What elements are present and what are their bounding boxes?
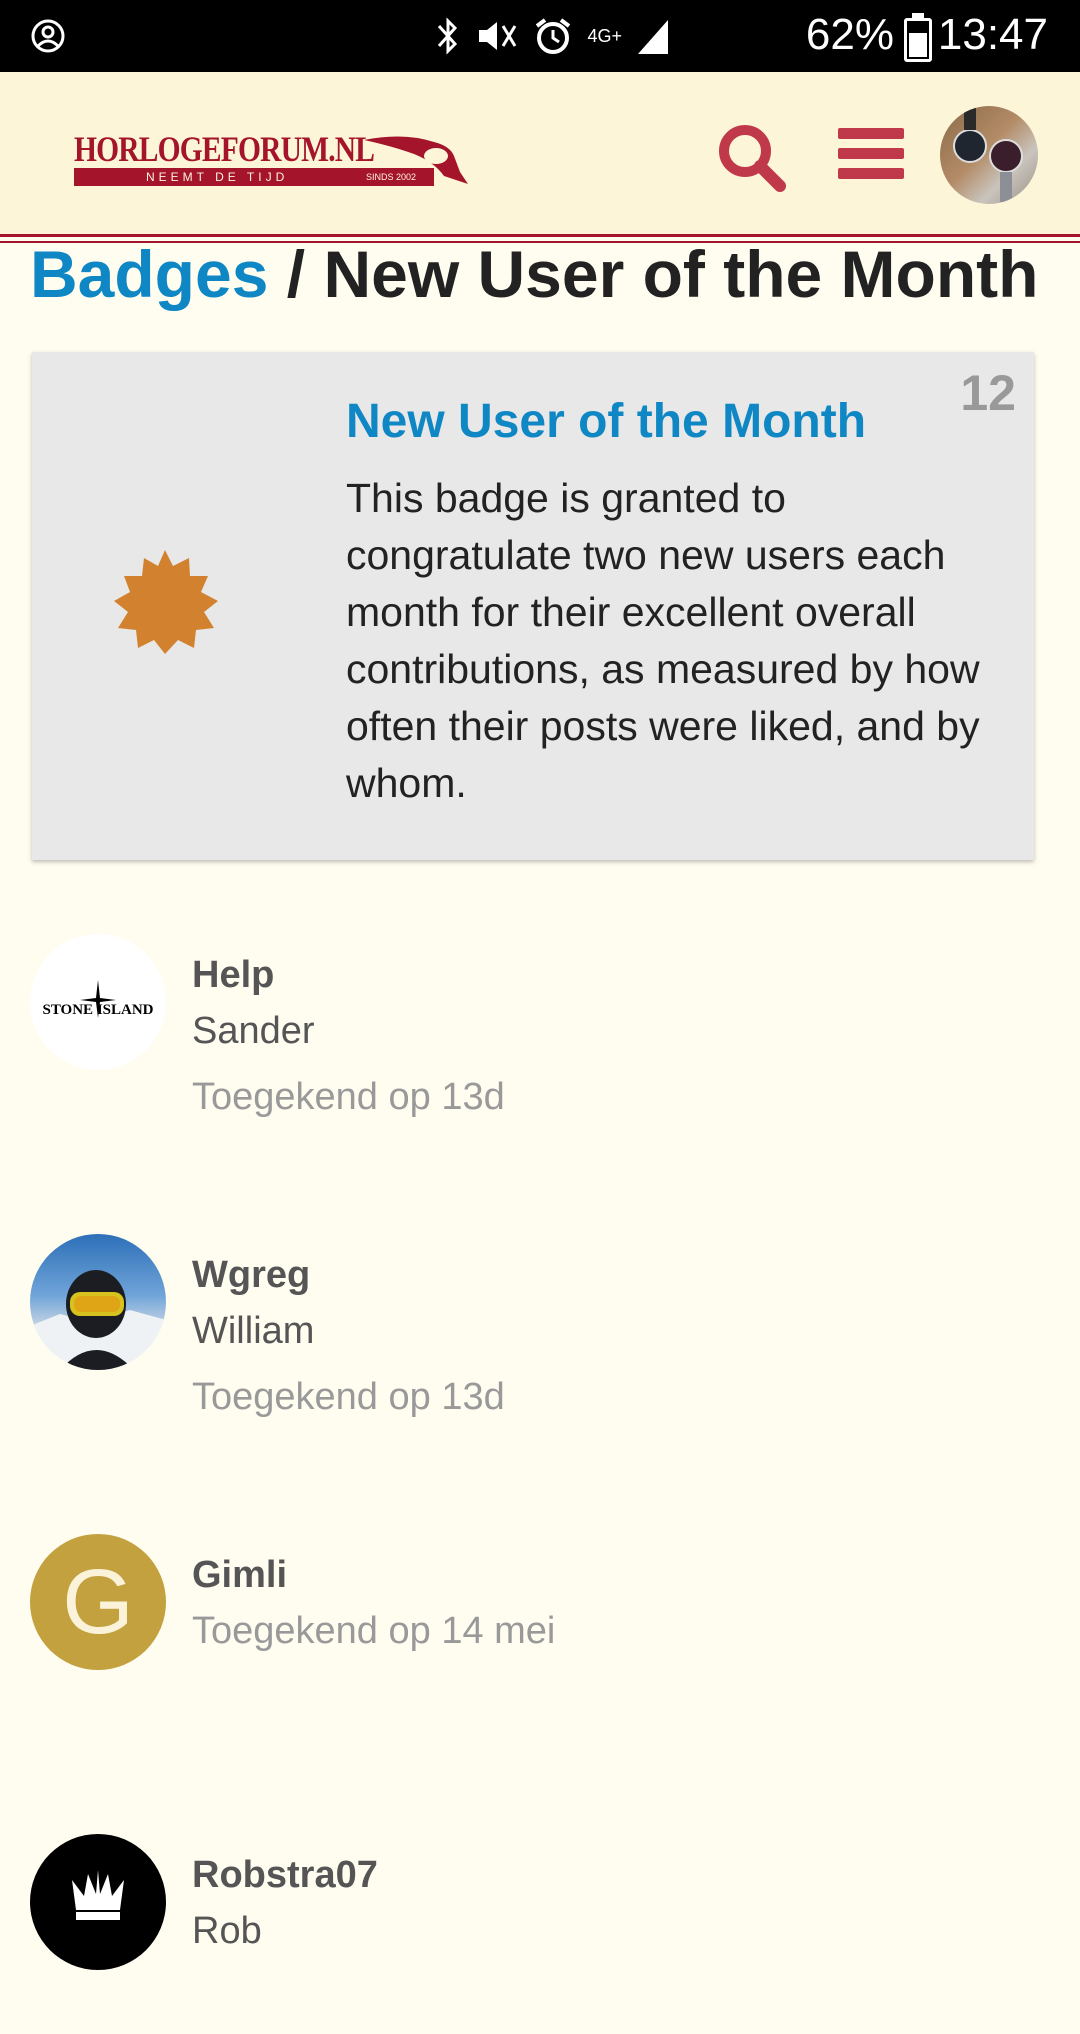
breadcrumb-badges-link[interactable]: Badges	[30, 237, 268, 311]
search-icon[interactable]	[716, 122, 786, 192]
signal-icon	[638, 20, 668, 54]
user-name: Rob	[192, 1910, 262, 1952]
list-item[interactable]: Wgreg William Toegekend op 13d	[30, 1234, 1050, 1434]
alarm-icon	[536, 18, 571, 54]
account-circle-icon	[31, 19, 65, 53]
avatar[interactable]	[30, 1234, 166, 1370]
badge-card: 12 New User of the Month This badge is g…	[32, 352, 1034, 860]
certificate-icon	[114, 550, 218, 654]
logo-tagline: NEEMT DE TIJD	[146, 170, 289, 184]
granted-date: Toegekend op 13d	[192, 1076, 505, 1118]
bluetooth-icon	[438, 17, 458, 55]
user-name: William	[192, 1310, 315, 1352]
user-name: Sander	[192, 1010, 315, 1052]
battery-percent: 62%	[805, 10, 894, 59]
user-handle[interactable]: Help	[192, 952, 505, 998]
list-item[interactable]: Robstra07 Rob	[30, 1834, 1050, 2034]
logo-title: HORLOGEFORUM.NL	[74, 129, 375, 169]
skier-photo-icon	[30, 1270, 166, 1370]
clock: 13:47	[937, 10, 1048, 59]
site-logo[interactable]: HORLOGEFORUM.NL NEEMT DE TIJD SINDS 2002	[74, 128, 468, 192]
status-icons: 4G+	[435, 14, 670, 58]
badge-name: New User of the Month	[346, 395, 867, 448]
list-item[interactable]: STONE ISLAND Help Sander Toegekend op 13…	[30, 934, 1050, 1134]
status-bar: 4G+ 62% 13:47	[0, 0, 1080, 72]
logo-swoosh-icon	[364, 136, 468, 184]
user-avatar[interactable]	[940, 106, 1038, 204]
breadcrumb-separator: /	[286, 237, 306, 311]
avatar[interactable]	[30, 1834, 166, 1970]
user-handle[interactable]: Wgreg	[192, 1252, 505, 1298]
user-handle[interactable]: Gimli	[192, 1552, 555, 1598]
avatar[interactable]: STONE ISLAND	[30, 934, 166, 1070]
list-item[interactable]: G Gimli Toegekend op 14 mei	[30, 1534, 1050, 1734]
page-title: Badges / New User of the Month	[30, 236, 1038, 312]
hamburger-menu-icon[interactable]	[838, 128, 904, 184]
user-handle[interactable]: Robstra07	[192, 1852, 378, 1898]
watch-photo-icon	[953, 106, 1023, 202]
badge-description: This badge is granted to congratulate tw…	[346, 475, 980, 806]
badge-grant-count: 12	[960, 365, 1016, 421]
breadcrumb-current: New User of the Month	[323, 237, 1039, 311]
crown-icon	[72, 1870, 124, 1920]
avatar[interactable]: G	[30, 1534, 166, 1670]
battery-icon	[904, 13, 932, 62]
granted-date: Toegekend op 14 mei	[192, 1610, 556, 1652]
vibrate-icon	[479, 22, 517, 50]
network-type: 4G+	[587, 25, 622, 46]
avatar-logo-text: STONE ISLAND	[42, 1002, 154, 1018]
granted-date: Toegekend op 13d	[192, 1376, 505, 1418]
